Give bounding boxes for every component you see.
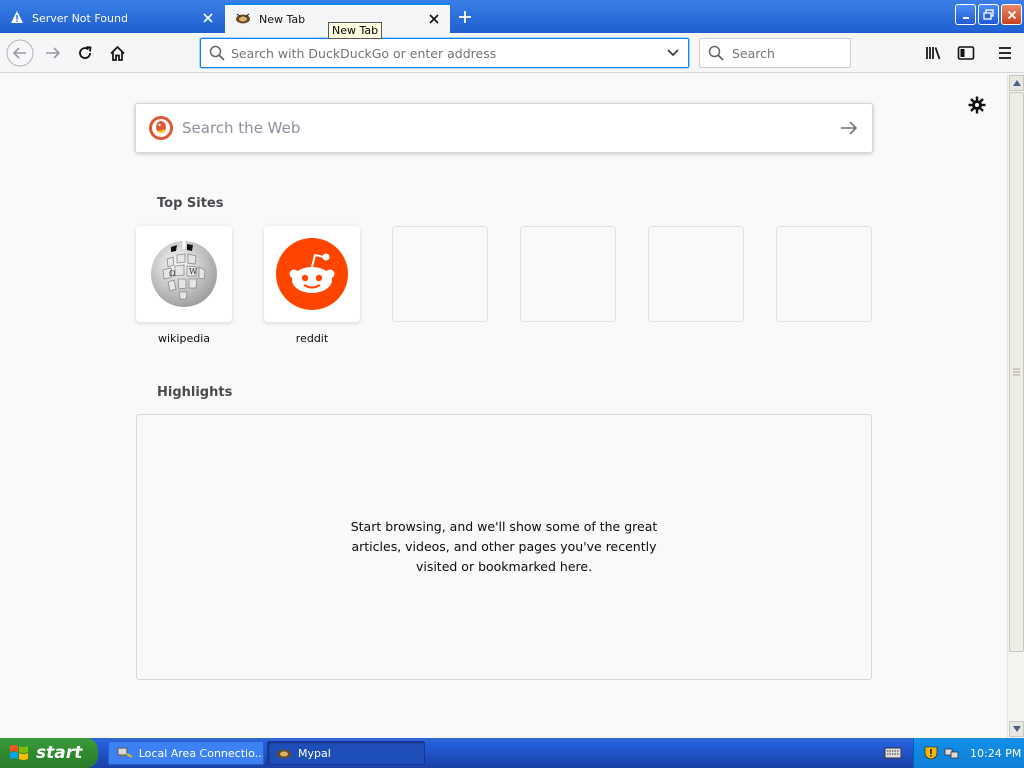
hamburger-menu-icon (999, 47, 1011, 59)
window-controls (955, 4, 1022, 25)
network-tray-icon[interactable] (944, 746, 960, 760)
empty-tile-placeholder (520, 226, 616, 322)
back-arrow-icon (6, 39, 34, 67)
minimize-button[interactable] (955, 4, 976, 25)
home-icon (109, 45, 125, 61)
mypal-icon (235, 11, 251, 28)
search-input[interactable] (732, 45, 888, 61)
address-bar[interactable] (200, 38, 689, 68)
vertical-scrollbar[interactable] (1007, 74, 1024, 738)
svg-text:W: W (189, 267, 198, 276)
menu-button[interactable] (990, 38, 1020, 68)
clock[interactable]: 10:24 PM (970, 747, 1021, 760)
taskbar-item-local-area-connection[interactable]: Local Area Connectio... (108, 741, 264, 765)
web-search-box[interactable] (135, 103, 873, 153)
arrow-right-icon[interactable] (840, 121, 858, 135)
close-window-button[interactable] (1001, 4, 1022, 25)
reload-button[interactable] (70, 38, 100, 68)
start-label: start (36, 743, 83, 763)
sidebar-button[interactable] (951, 38, 981, 68)
top-site-tile-reddit[interactable]: reddit (264, 226, 360, 345)
web-search-input[interactable] (182, 119, 840, 137)
top-sites-grid: Ω W wikipedia reddit (136, 226, 872, 346)
taskbar-item-label: Local Area Connectio... (138, 746, 263, 760)
scrollbar-thumb[interactable] (1009, 92, 1024, 652)
scroll-down-arrow-icon[interactable] (1009, 721, 1024, 737)
library-icon (926, 47, 941, 60)
library-button[interactable] (919, 38, 949, 68)
highlights-empty-state: Start browsing, and we'll show some of t… (136, 414, 872, 680)
top-site-tile-wikipedia[interactable]: Ω W wikipedia (136, 226, 232, 345)
forward-button[interactable] (38, 38, 68, 68)
top-site-tile-empty[interactable] (776, 226, 872, 322)
back-button[interactable] (5, 38, 35, 68)
top-site-tile-empty[interactable] (648, 226, 744, 322)
search-icon (209, 45, 225, 61)
system-tray: 10:24 PM (913, 738, 1024, 768)
network-connection-icon (117, 747, 133, 758)
new-tab-page: Top Sites Ω W wikipedia (0, 74, 1007, 738)
sidebar-icon (957, 46, 975, 60)
empty-tile-placeholder (648, 226, 744, 322)
chevron-down-icon[interactable] (666, 48, 680, 58)
close-icon[interactable] (424, 9, 444, 29)
navigation-toolbar (0, 33, 1024, 73)
taskbar-item-mypal[interactable]: Mypal (267, 741, 425, 765)
forward-arrow-icon (46, 47, 61, 59)
highlights-empty-message: Start browsing, and we'll show some of t… (350, 519, 658, 574)
svg-text:Ω: Ω (169, 269, 176, 278)
keyboard-icon[interactable] (884, 746, 902, 760)
search-icon (708, 45, 724, 61)
scroll-up-arrow-icon[interactable] (1009, 75, 1024, 91)
top-site-tile-empty[interactable] (392, 226, 488, 322)
tab-server-not-found[interactable]: Server Not Found (0, 3, 224, 33)
top-site-label: reddit (295, 332, 329, 345)
top-sites-heading: Top Sites (157, 196, 224, 211)
shield-warning-icon[interactable] (924, 746, 940, 760)
home-button[interactable] (102, 38, 132, 68)
top-site-tile-empty[interactable] (520, 226, 616, 322)
empty-tile-placeholder (392, 226, 488, 322)
address-input[interactable] (231, 45, 666, 61)
taskbar-item-label: Mypal (298, 746, 331, 760)
wikipedia-logo-icon: Ω W (136, 226, 232, 322)
reddit-logo-icon (264, 226, 360, 322)
top-site-label: wikipedia (157, 332, 210, 345)
new-tab-button[interactable] (452, 5, 478, 29)
windows-taskbar: start Local Area Connectio... Mypal 10:2… (0, 738, 1024, 768)
empty-tile-placeholder (776, 226, 872, 322)
search-bar[interactable] (699, 38, 888, 68)
settings-gear-icon[interactable] (966, 94, 988, 116)
highlights-heading: Highlights (157, 385, 233, 400)
reload-icon (79, 46, 92, 59)
restore-button[interactable] (978, 4, 999, 25)
windows-flag-icon (10, 745, 28, 760)
close-icon[interactable] (198, 8, 218, 28)
mypal-icon (277, 749, 291, 759)
plus-icon (459, 11, 471, 23)
duckduckgo-logo-icon (148, 115, 174, 141)
tab-title: Server Not Found (32, 11, 128, 25)
warning-icon (10, 10, 24, 27)
tab-strip: Server Not Found New Tab (0, 0, 1024, 33)
start-button[interactable]: start (0, 738, 98, 768)
tab-tooltip: New Tab (328, 22, 383, 39)
